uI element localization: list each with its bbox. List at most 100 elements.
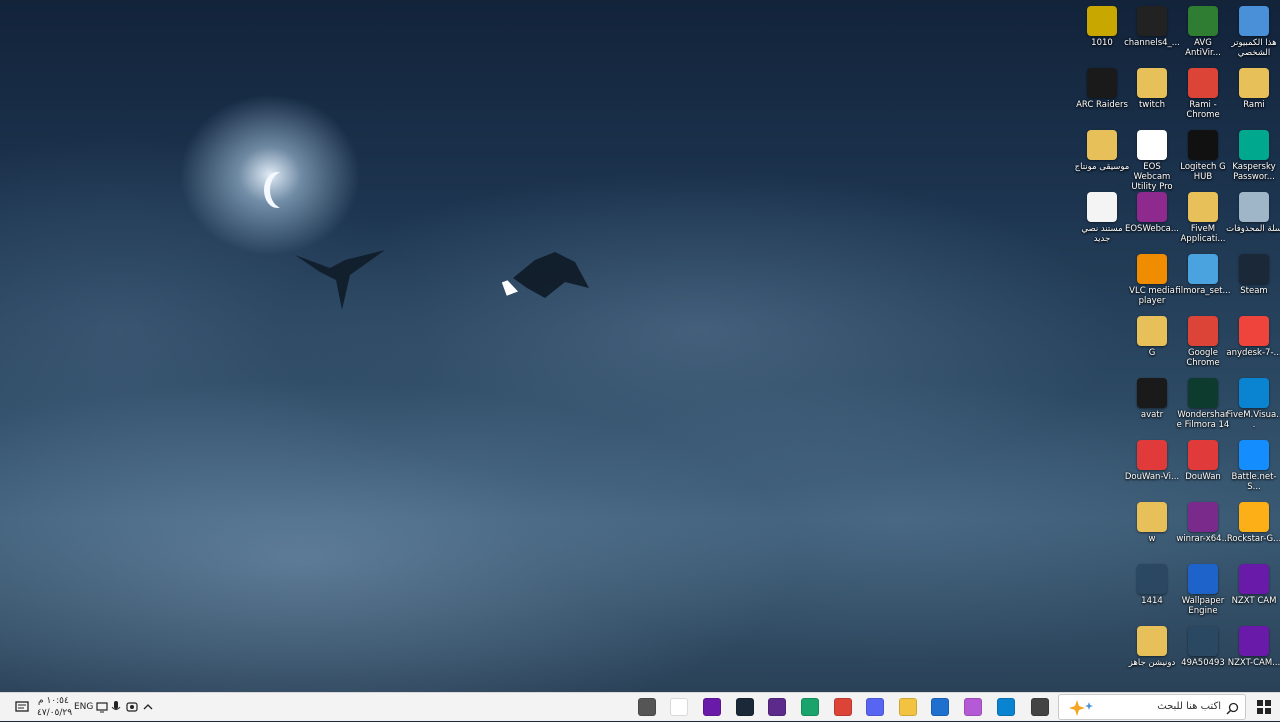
desktop-icon-avg-antivirus[interactable]: AVG AntiVir... [1178, 6, 1228, 58]
desktop-icon-fivem-visual[interactable]: FiveM.Visua... [1226, 378, 1280, 430]
desktop-icon-label: EOSWebca... [1125, 224, 1179, 234]
desktop-icon-label: FiveM Applicati... [1180, 224, 1226, 244]
desktop-icon-label: Rami [1243, 100, 1265, 110]
channels4-icon [1137, 6, 1167, 36]
desktop-icon-recycle-bin[interactable]: سلة المحذوفات [1226, 192, 1280, 234]
taskbar-store-icon [931, 698, 949, 716]
desktop-icon-label: 1414 [1141, 596, 1163, 606]
steam-icon [1239, 254, 1269, 284]
taskbar-steam-icon [736, 698, 754, 716]
desktop-icon-logitech-g-hub[interactable]: Logitech G HUB [1178, 130, 1228, 182]
file-49a50493-icon [1188, 626, 1218, 656]
taskbar-search-box[interactable]: اكتب هنا للبحث [1058, 694, 1246, 720]
filmora-setup-icon [1188, 254, 1218, 284]
taskbar-steam[interactable] [735, 697, 755, 717]
desktop-icon-label: دونيشن جاهز [1128, 658, 1176, 668]
desktop-icon-file-w[interactable]: w [1127, 502, 1177, 544]
logitech-g-hub-icon [1188, 130, 1218, 160]
desktop-icon-label: anydesk-7-... [1226, 348, 1280, 358]
desktop-icon-file-49a50493[interactable]: 49A50493 [1178, 626, 1228, 668]
desktop-icon-battle-net-setup[interactable]: Battle.net-S... [1229, 440, 1279, 492]
wallpaper-engine-icon [1188, 564, 1218, 594]
desktop-icon-label: هذا الكمبيوتر الشخصي [1231, 38, 1277, 58]
desktop-icon-label: Steam [1240, 286, 1268, 296]
desktop-icon-filmora-setup[interactable]: filmora_set... [1175, 254, 1231, 296]
desktop-icon-label: DouWan-Vi... [1124, 472, 1180, 482]
file-1010-icon [1087, 6, 1117, 36]
desktop-icon-nzxt-cam[interactable]: NZXT CAM [1229, 564, 1279, 606]
desktop-icon-fivem-application[interactable]: FiveM Applicati... [1178, 192, 1228, 244]
desktop-icon-file-1414[interactable]: 1414 [1127, 564, 1177, 606]
desktop-icon-folder-rami[interactable]: Rami [1229, 68, 1279, 110]
file-1414-icon [1137, 564, 1167, 594]
taskbar: ١٠:٥٤ م ٤٧/٠٥/٢٩ ENG اكتب هنا للبحث [0, 692, 1280, 721]
winrar-icon [1188, 502, 1218, 532]
kaspersky-password-icon [1239, 130, 1269, 160]
clock-date[interactable]: ٤٧/٠٥/٢٩ [37, 708, 72, 718]
taskbar-edge[interactable] [996, 697, 1016, 717]
desktop-icon-folder-music-montage[interactable]: موسيقى مونتاج [1075, 130, 1129, 172]
taskbar-file-explorer[interactable] [898, 697, 918, 717]
desktop-icon-label: G [1148, 348, 1156, 358]
desktop-icon-label: 1010 [1091, 38, 1113, 48]
taskbar-task-view-icon [638, 698, 656, 716]
desktop-icon-folder-donation[interactable]: دونيشن جاهز [1127, 626, 1177, 668]
taskbar-nzxt[interactable] [702, 697, 722, 717]
desktop-icon-nzxt-cam-installer[interactable]: NZXT-CAM... [1228, 626, 1280, 668]
start-button[interactable] [1254, 697, 1274, 717]
taskbar-obs[interactable] [767, 697, 787, 717]
windows-logo-icon [1257, 700, 1271, 714]
desktop-icon-winrar[interactable]: winrar-x64... [1176, 502, 1230, 544]
language-indicator[interactable]: ENG [74, 702, 93, 712]
desktop-icon-label: 49A50493 [1181, 658, 1225, 668]
desktop-icon-rami-chrome[interactable]: Rami - Chrome [1178, 68, 1228, 120]
rami-chrome-icon [1188, 68, 1218, 98]
taskbar-discord-icon [866, 698, 884, 716]
taskbar-store[interactable] [930, 697, 950, 717]
desktop-icon-channels4[interactable]: channels4_... [1124, 6, 1180, 48]
desktop-icon-douwan-vi[interactable]: DouWan-Vi... [1124, 440, 1180, 482]
desktop-icon-anydesk[interactable]: anydesk-7-... [1226, 316, 1280, 358]
desktop-icon-kaspersky-password[interactable]: Kaspersky Passwor... [1229, 130, 1279, 182]
file-w-icon [1137, 502, 1167, 532]
fivem-application-icon [1188, 192, 1218, 222]
desktop-icon-vlc-media-player[interactable]: VLC media player [1127, 254, 1177, 306]
taskbar-task-view[interactable] [637, 697, 657, 717]
desktop-icon-label: VLC media player [1129, 286, 1175, 306]
taskbar-chrome[interactable] [833, 697, 853, 717]
desktop-icon-new-text-document[interactable]: مستند نصي جديد [1077, 192, 1127, 244]
desktop-icon-eoswebcam-installer[interactable]: EOSWebca... [1125, 192, 1179, 234]
taskbar-file-explorer-icon [899, 698, 917, 716]
desktop-icon-avatr[interactable]: avatr [1127, 378, 1177, 420]
desktop-icon-rockstar-games[interactable]: Rockstar-G... [1227, 502, 1280, 544]
taskbar-nzxt-icon [703, 698, 721, 716]
desktop-icon-file-g[interactable]: G [1127, 316, 1177, 358]
desktop-icon-douwan[interactable]: DouWan [1178, 440, 1228, 482]
desktop-icon-arc-raiders[interactable]: ARC Raiders [1076, 68, 1128, 110]
taskbar-app-green[interactable] [800, 697, 820, 717]
desktop-icon-this-pc[interactable]: هذا الكمبيوتر الشخصي [1229, 6, 1279, 58]
desktop-icon-wondershare-filmora[interactable]: Wondershare Filmora 14 [1177, 378, 1229, 430]
notification-center-icon[interactable] [12, 697, 32, 717]
taskbar-discord[interactable] [865, 697, 885, 717]
clock-time[interactable]: ١٠:٥٤ م [38, 696, 69, 706]
rockstar-games-icon [1239, 502, 1269, 532]
dragon-silhouette-right [513, 252, 589, 298]
desktop-icon-folder-twitch[interactable]: twitch [1127, 68, 1177, 110]
taskbar-multitask[interactable] [1030, 697, 1050, 717]
search-placeholder: اكتب هنا للبحث [1157, 701, 1221, 712]
taskbar-notepad[interactable] [669, 697, 689, 717]
fivem-visual-icon [1239, 378, 1269, 408]
desktop-icon-label: AVG AntiVir... [1185, 38, 1221, 58]
desktop-icon-label: Google Chrome [1186, 348, 1220, 368]
desktop-icon-file-1010[interactable]: 1010 [1077, 6, 1127, 48]
chevron-up-icon[interactable] [138, 697, 158, 717]
desktop-icon-eos-webcam-utility[interactable]: EOS Webcam Utility Pro [1127, 130, 1177, 192]
desktop-icon-google-chrome[interactable]: Google Chrome [1178, 316, 1228, 368]
taskbar-edge-icon [997, 698, 1015, 716]
desktop-icon-label: Battle.net-S... [1231, 472, 1277, 492]
desktop-icon-wallpaper-engine[interactable]: Wallpaper Engine [1178, 564, 1228, 616]
taskbar-copilot[interactable] [963, 697, 983, 717]
desktop-icon-steam[interactable]: Steam [1229, 254, 1279, 296]
nzxt-cam-installer-icon [1239, 626, 1269, 656]
